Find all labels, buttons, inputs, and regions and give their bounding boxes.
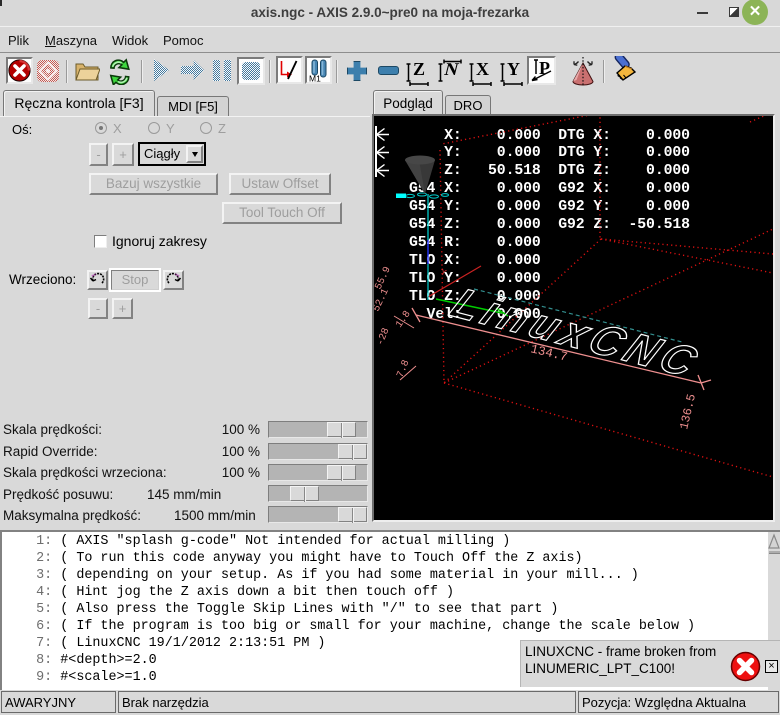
- svg-text:52.1: 52.1: [374, 287, 392, 313]
- svg-text:1.8: 1.8: [394, 309, 413, 330]
- svg-text:M1: M1: [309, 74, 321, 83]
- svg-text:136.5: 136.5: [677, 393, 699, 431]
- svg-text:55.9: 55.9: [374, 265, 394, 291]
- svg-text:Y: Y: [439, 267, 448, 278]
- svg-text:-28: -28: [376, 327, 393, 348]
